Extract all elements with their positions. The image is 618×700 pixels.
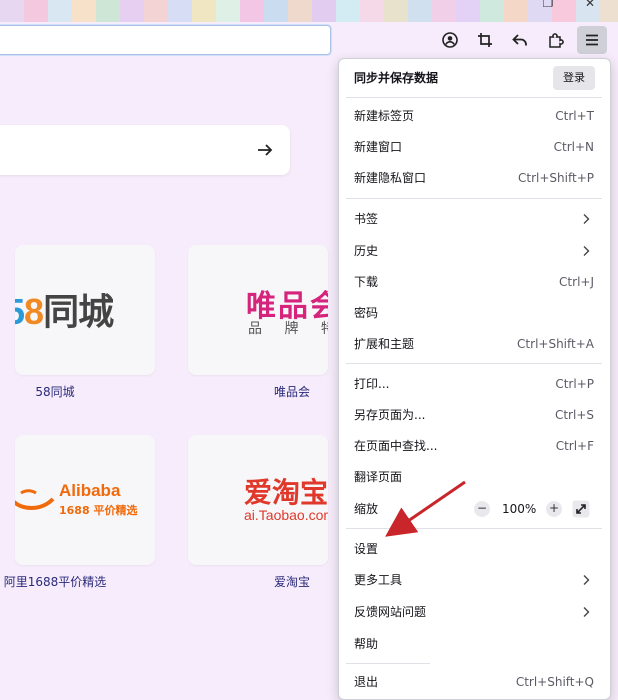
fullscreen-icon[interactable] bbox=[572, 500, 590, 518]
titlebar-mosaic-cell bbox=[96, 0, 120, 22]
menu-item-new-window[interactable]: 新建窗口 Ctrl+N bbox=[354, 136, 594, 158]
menu-separator bbox=[346, 198, 602, 199]
vip-logo-subtitle: 品 牌 特 卖 bbox=[248, 321, 328, 337]
titlebar-mosaic-cell bbox=[72, 0, 96, 22]
titlebar-mosaic-cell bbox=[144, 0, 168, 22]
shortcut-tile-alibaba[interactable]: Alibaba 1688 平价精选 bbox=[15, 435, 155, 565]
chevron-right-icon bbox=[583, 214, 590, 224]
back-undo-icon bbox=[512, 34, 527, 46]
search-box[interactable] bbox=[0, 125, 290, 175]
taobao-logo: 爱淘宝 bbox=[244, 476, 328, 509]
menu-item-history[interactable]: 历史 bbox=[354, 240, 594, 262]
titlebar-mosaic-cell bbox=[480, 0, 504, 22]
menu-item-new-tab[interactable]: 新建标签页 Ctrl+T bbox=[354, 105, 594, 127]
zoom-in-button[interactable]: + bbox=[546, 501, 562, 517]
titlebar-mosaic-cell bbox=[120, 0, 144, 22]
menu-item-print[interactable]: 打印... Ctrl+P bbox=[354, 373, 594, 395]
titlebar-mosaic-cell bbox=[48, 0, 72, 22]
login-button[interactable]: 登录 bbox=[553, 66, 595, 90]
titlebar-mosaic-cell bbox=[384, 0, 408, 22]
titlebar-mosaic-cell bbox=[192, 0, 216, 22]
titlebar-mosaic-cell bbox=[0, 0, 24, 22]
menu-item-save-page-as[interactable]: 另存页面为... Ctrl+S bbox=[354, 404, 594, 426]
menu-item-passwords[interactable]: 密码 bbox=[354, 302, 594, 324]
restore-window-button[interactable]: ❐ bbox=[536, 0, 560, 12]
alibaba-logo: Alibaba bbox=[59, 481, 121, 500]
titlebar-mosaic-cell bbox=[408, 0, 432, 22]
shortcut-tile-vip[interactable]: 唯品会 品 牌 特 卖 bbox=[188, 245, 328, 375]
titlebar-mosaic-cell bbox=[288, 0, 312, 22]
menu-item-new-private-window[interactable]: 新建隐私窗口 Ctrl+Shift+P bbox=[354, 167, 594, 189]
menu-item-bookmarks[interactable]: 书签 bbox=[354, 208, 594, 230]
zoom-level[interactable]: 100% bbox=[502, 498, 536, 520]
menu-item-exit[interactable]: 退出 Ctrl+Shift+Q bbox=[354, 671, 594, 693]
extensions-puzzle-icon bbox=[549, 33, 564, 48]
account-button[interactable] bbox=[435, 26, 465, 54]
menu-item-downloads[interactable]: 下载 Ctrl+J bbox=[354, 271, 594, 293]
menu-item-more-tools[interactable]: 更多工具 bbox=[354, 569, 594, 591]
titlebar-mosaic-cell bbox=[312, 0, 336, 22]
title-bar: ❐ ✕ bbox=[0, 0, 618, 22]
shortcut-tile-taobao[interactable]: 爱淘宝 ai.Taobao.com bbox=[188, 435, 328, 565]
menu-item-help[interactable]: 帮助 bbox=[354, 633, 594, 655]
url-bar[interactable] bbox=[0, 25, 331, 55]
menu-item-translate-page[interactable]: 翻译页面 bbox=[354, 466, 594, 488]
zoom-out-button[interactable]: − bbox=[474, 501, 490, 517]
titlebar-mosaic-cell bbox=[168, 0, 192, 22]
chevron-right-icon bbox=[583, 575, 590, 585]
extensions-button[interactable] bbox=[541, 26, 571, 54]
titlebar-mosaic-cell bbox=[24, 0, 48, 22]
titlebar-mosaic-cell bbox=[360, 0, 384, 22]
back-button[interactable] bbox=[505, 26, 535, 54]
titlebar-mosaic-cell bbox=[432, 0, 456, 22]
titlebar-mosaic-cell bbox=[600, 0, 618, 22]
titlebar-mosaic-cell bbox=[216, 0, 240, 22]
menu-item-find-in-page[interactable]: 在页面中查找... Ctrl+F bbox=[354, 435, 594, 457]
app-menu-panel: 同步并保存数据 登录 新建标签页 Ctrl+T 新建窗口 Ctrl+N 新建隐私窗口… bbox=[338, 58, 611, 700]
alibaba-logo-subtitle: 1688 平价精选 bbox=[59, 504, 138, 517]
chevron-right-icon bbox=[583, 246, 590, 256]
arrow-right-icon[interactable] bbox=[254, 139, 276, 161]
shortcut-label[interactable]: 58同城 bbox=[0, 383, 125, 400]
navigation-toolbar bbox=[0, 22, 618, 60]
menu-separator bbox=[346, 663, 430, 664]
hamburger-menu-icon bbox=[586, 34, 598, 46]
menu-item-zoom: 缩放 − 100% + bbox=[354, 498, 594, 520]
alibaba-smile-icon bbox=[15, 489, 55, 510]
menu-item-report-site-issue[interactable]: 反馈网站问题 bbox=[354, 601, 594, 623]
menu-separator bbox=[346, 97, 602, 98]
close-window-button[interactable]: ✕ bbox=[578, 0, 602, 12]
titlebar-mosaic-cell bbox=[240, 0, 264, 22]
menu-item-addons-themes[interactable]: 扩展和主题 Ctrl+Shift+A bbox=[354, 333, 594, 355]
app-menu-button[interactable] bbox=[577, 26, 607, 54]
titlebar-mosaic-cell bbox=[264, 0, 288, 22]
titlebar-mosaic-cell bbox=[456, 0, 480, 22]
titlebar-mosaic-cell bbox=[336, 0, 360, 22]
screenshot-crop-icon bbox=[478, 33, 492, 47]
chevron-right-icon bbox=[583, 607, 590, 617]
titlebar-mosaic-cell bbox=[504, 0, 528, 22]
menu-item-settings[interactable]: 设置 bbox=[354, 538, 594, 560]
shortcut-tile-58[interactable]: 58同城 bbox=[15, 245, 155, 375]
taobao-logo-subtitle: ai.Taobao.com bbox=[244, 507, 328, 523]
screenshot-button[interactable] bbox=[470, 26, 500, 54]
account-icon bbox=[442, 32, 458, 48]
shortcut-label[interactable]: 阿里1688平价精选 bbox=[0, 573, 125, 590]
58-logo: 58同城 bbox=[15, 291, 114, 332]
menu-separator bbox=[346, 363, 602, 364]
menu-separator bbox=[346, 528, 602, 529]
